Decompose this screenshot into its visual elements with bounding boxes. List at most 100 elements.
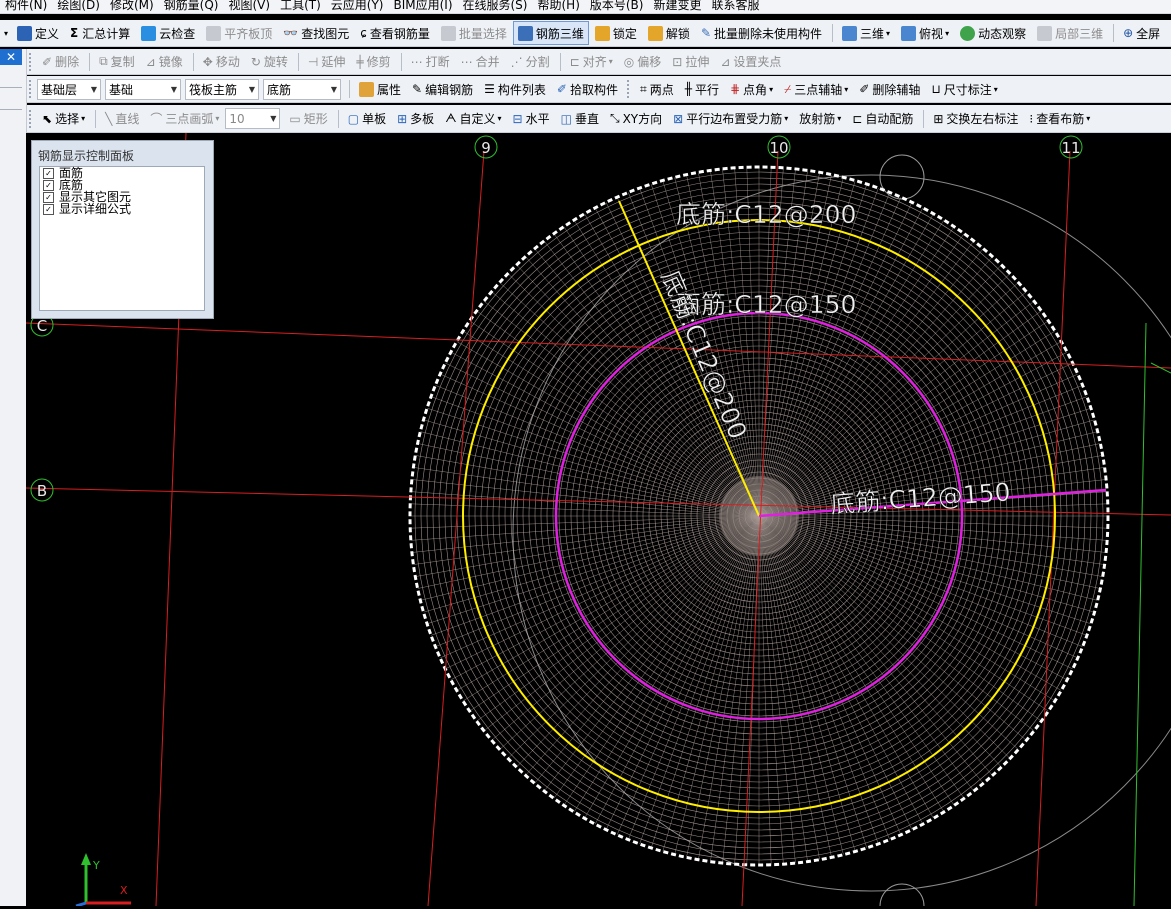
menu-modify[interactable]: 修改(M)	[105, 0, 159, 11]
width-input[interactable]: 10 ▼	[225, 108, 281, 129]
separator	[832, 24, 834, 42]
menu-new-change[interactable]: 新建变更	[648, 0, 706, 11]
chevron-down-icon: ▾	[497, 114, 502, 123]
menu-online[interactable]: 在线服务(S)	[458, 0, 533, 11]
rebar-qty-icon: ɕ	[360, 26, 367, 40]
parallel-edge-button[interactable]: ⊠ 平行边布置受力筋 ▾	[668, 107, 793, 131]
view-rebar-button[interactable]: ɕ 查看钢筋量	[355, 21, 435, 45]
copy-icon: ⧉	[99, 54, 108, 68]
offset-icon: ◎	[623, 54, 635, 69]
delete-axis-button[interactable]: ✐ 删除辅轴	[854, 77, 925, 101]
overflow-arrow-icon[interactable]: ▾	[4, 29, 8, 38]
horizontal-button[interactable]: ⊟ 水平	[508, 107, 555, 131]
three-point-axis-button[interactable]: ⌿ 三点辅轴 ▾	[779, 77, 853, 101]
checkbox-icon[interactable]: ✓	[43, 203, 54, 215]
close-icon[interactable]: ✕	[0, 49, 22, 65]
arc-button[interactable]: ⌒ 三点画弧 ▾	[145, 107, 224, 131]
pick-component-button[interactable]: ✐ 拾取构件	[552, 77, 623, 101]
menu-cloud[interactable]: 云应用(Y)	[326, 0, 389, 11]
chevron-down-icon: ▼	[270, 114, 277, 123]
green-aux-line	[1133, 322, 1147, 907]
menu-bim[interactable]: BIM应用(I)	[388, 0, 457, 11]
stretch-button[interactable]: ⊡ 拉伸	[667, 50, 714, 74]
rebar-3d-button[interactable]: 钢筋三维	[512, 21, 589, 45]
local-3d-button[interactable]: 局部三维	[1032, 21, 1108, 45]
menu-version[interactable]: 版本号(B)	[585, 0, 649, 11]
top-view-button[interactable]: 俯视 ▾	[896, 21, 954, 45]
toolbar-grip[interactable]	[626, 80, 632, 98]
move-button[interactable]: ✥ 移动	[198, 50, 245, 74]
layer-select[interactable]: 基础层 ▼	[37, 78, 101, 100]
point-angle-button[interactable]: ⋕ 点角 ▾	[725, 77, 778, 101]
batch-delete-button[interactable]: ✎ 批量删除未使用构件	[696, 21, 827, 45]
toolbar-grip[interactable]	[29, 80, 34, 98]
flat-top-button[interactable]: 平齐板顶	[201, 21, 277, 45]
dynamic-view-button[interactable]: 动态观察	[955, 21, 1031, 45]
checkbox-icon[interactable]: ✓	[43, 191, 54, 203]
xy-dir-button[interactable]: ⤡ XY方向	[605, 107, 667, 131]
checkbox-icon[interactable]: ✓	[43, 167, 54, 179]
toolbar-grip[interactable]	[29, 109, 34, 128]
radial-button[interactable]: 放射筋 ▾	[794, 107, 846, 131]
multi-slab-button[interactable]: ⊞ 多板	[392, 107, 439, 131]
custom-button[interactable]: ᗅ 自定义 ▾	[440, 107, 506, 131]
rotate-button[interactable]: ↻ 旋转	[246, 50, 293, 74]
line-icon: ╲	[105, 111, 113, 126]
parallel-button[interactable]: ╫ 平行	[680, 77, 724, 101]
set-point-button[interactable]: ⊿ 设置夹点	[715, 50, 786, 74]
swap-labels-button[interactable]: ⊞ 交换左右标注	[928, 107, 1023, 131]
view-3d-button[interactable]: 三维 ▾	[837, 21, 895, 45]
define-button[interactable]: 定义	[12, 21, 64, 45]
select-button[interactable]: ⬉ 选择 ▾	[37, 107, 90, 131]
component-name-select[interactable]: 底筋 ▼	[263, 78, 341, 100]
find-element-button[interactable]: 👓 查找图元	[278, 21, 354, 45]
calc-button[interactable]: Σ 汇总计算	[65, 21, 135, 45]
list-icon: ☰	[484, 82, 495, 96]
menu-component[interactable]: 构件(N)	[0, 0, 52, 11]
divider	[0, 109, 22, 110]
axis-number-11: 11	[1061, 139, 1080, 157]
rebar-label-right[interactable]: 底筋:C12@150	[829, 477, 1011, 519]
menu-draw[interactable]: 绘图(D)	[52, 0, 105, 11]
menu-help[interactable]: 帮助(H)	[532, 0, 584, 11]
edit-rebar-button[interactable]: ✎ 编辑钢筋	[407, 77, 478, 101]
trim-button[interactable]: ╪ 修剪	[351, 50, 395, 74]
rebar-label-outer[interactable]: 底筋:C12@200	[676, 200, 857, 229]
cloud-check-button[interactable]: 云检查	[136, 21, 200, 45]
menu-tools[interactable]: 工具(T)	[275, 0, 326, 11]
extend-button[interactable]: ⊣ 延伸	[303, 50, 350, 74]
chevron-down-icon: ▾	[945, 28, 950, 38]
batch-select-button[interactable]: 批量选择	[436, 21, 512, 45]
component-list-button[interactable]: ☰ 构件列表	[479, 77, 551, 101]
two-points-button[interactable]: ⌗ 两点	[635, 77, 679, 101]
merge-button[interactable]: ⋯ 合并	[456, 50, 505, 74]
rect-button[interactable]: ▭ 矩形	[284, 107, 332, 131]
menu-view[interactable]: 视图(V)	[223, 0, 275, 11]
toolbar-grip[interactable]	[29, 52, 34, 71]
break-button[interactable]: ⋯ 打断	[406, 50, 455, 74]
full-screen-button[interactable]: ⊕ 全屏	[1118, 21, 1165, 45]
view-layout-button[interactable]: ⁝ 查看布筋 ▾	[1024, 107, 1095, 131]
option-detailed-formula[interactable]: ✓ 显示详细公式	[40, 203, 204, 215]
single-slab-button[interactable]: ▢ 单板	[343, 107, 391, 131]
checkbox-icon[interactable]: ✓	[43, 179, 54, 191]
unlock-button[interactable]: 解锁	[643, 21, 695, 45]
dimension-button[interactable]: ⊔ 尺寸标注 ▾	[926, 77, 1002, 101]
align-button[interactable]: ⊏ 对齐 ▾	[565, 50, 618, 74]
split-button[interactable]: ⋰ 分割	[506, 50, 555, 74]
properties-button[interactable]: 属性	[354, 77, 406, 101]
mirror-button[interactable]: ⊿ 镜像	[141, 50, 188, 74]
delete-button[interactable]: ✐ 删除	[37, 50, 84, 74]
grid-line-11	[1035, 150, 1071, 907]
lock-button[interactable]: 锁定	[590, 21, 642, 45]
component-type-select[interactable]: 筏板主筋 ▼	[185, 78, 259, 100]
line-button[interactable]: ╲ 直线	[100, 107, 144, 131]
menu-rebar-qty[interactable]: 钢筋量(Q)	[159, 0, 224, 11]
copy-button[interactable]: ⧉ 复制	[94, 50, 140, 74]
menu-contact[interactable]: 联系客服	[707, 0, 765, 11]
category-select[interactable]: 基础 ▼	[105, 78, 181, 100]
vertical-button[interactable]: ◫ 垂直	[556, 107, 604, 131]
axis-number-10: 10	[769, 139, 788, 157]
offset-button[interactable]: ◎ 偏移	[619, 50, 667, 74]
auto-arrange-button[interactable]: ⊏ 自动配筋	[847, 107, 918, 131]
